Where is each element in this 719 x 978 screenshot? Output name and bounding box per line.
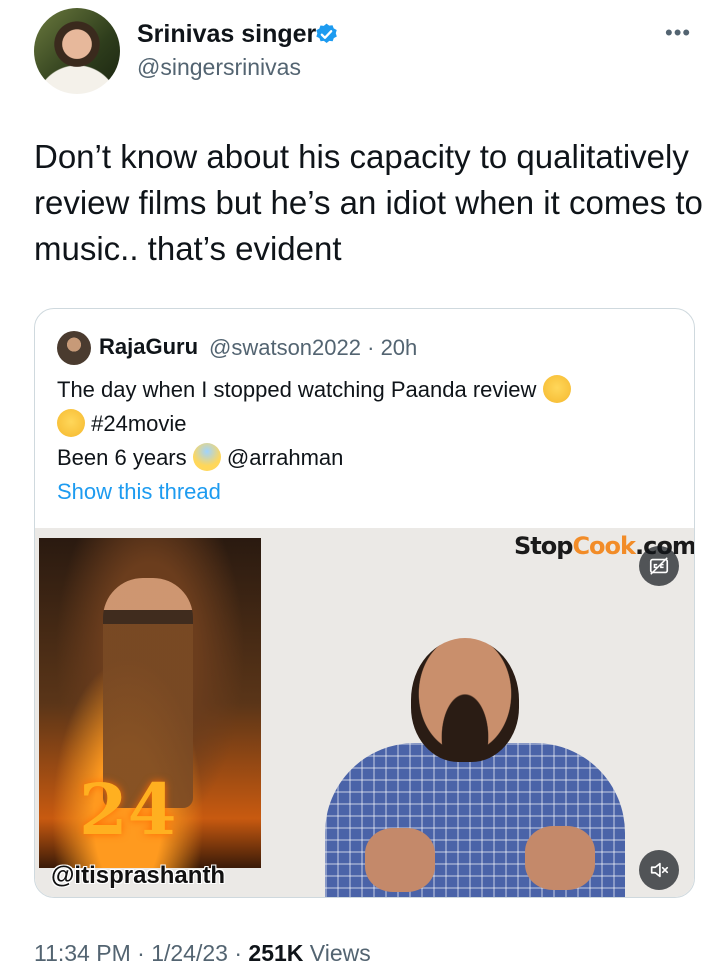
verified-badge-icon [316, 23, 337, 43]
brand-part-2: Cook [572, 532, 636, 560]
scream-emoji-icon [192, 443, 221, 471]
meta-separator: · [367, 335, 375, 360]
quoted-author-meta: @swatson2022 · 20h [209, 335, 417, 361]
views-label: Views [309, 940, 371, 966]
show-thread-link[interactable]: Show this thread [57, 479, 221, 505]
quoted-line-2: #24movie [57, 407, 677, 441]
movie-poster: 24 [39, 538, 261, 868]
quoted-author-handle[interactable]: @swatson2022 [209, 335, 361, 360]
quoted-line-1-text: The day when I stopped watching Paanda r… [57, 377, 537, 402]
poster-title: 24 [79, 768, 177, 851]
timestamp-separator-1: · [137, 940, 145, 966]
speaker-muted-icon [650, 862, 669, 878]
presenter-right-hand [525, 826, 595, 890]
quoted-tweet-age[interactable]: 20h [381, 335, 418, 360]
video-watermark: @itisprashanth [51, 862, 226, 889]
joy-emoji-icon [57, 409, 85, 437]
tweet-text: Don’t know about his capacity to qualita… [34, 138, 703, 267]
tweet-time[interactable]: 11:34 PM [34, 940, 131, 966]
mute-button[interactable] [639, 850, 679, 890]
mention-arrahman[interactable]: @arrahman [227, 445, 344, 470]
tweet-date[interactable]: 1/24/23 [151, 940, 228, 966]
quoted-line-3: Been 6 years @arrahman [57, 441, 677, 475]
closed-captions-button[interactable] [639, 546, 679, 586]
quoted-video[interactable]: 24 @itisprashanth StopCook.com [35, 528, 694, 897]
tweet-author-name[interactable]: Srinivas singer [137, 20, 316, 49]
pensive-emoji-icon [542, 375, 571, 403]
tweet-author-avatar[interactable] [34, 8, 120, 94]
closed-captions-icon [649, 557, 669, 575]
quoted-tweet-text: The day when I stopped watching Paanda r… [57, 373, 677, 475]
presenter-head [411, 638, 519, 762]
quoted-line-1: The day when I stopped watching Paanda r… [57, 373, 677, 407]
timestamp-separator-2: · [234, 940, 243, 966]
quoted-author-avatar[interactable] [57, 331, 91, 365]
presenter-left-hand [365, 828, 435, 892]
hashtag-24movie[interactable]: #24movie [91, 411, 186, 436]
tweet-author-handle[interactable]: @singersrinivas [137, 54, 301, 81]
quoted-tweet[interactable]: RajaGuru @swatson2022 · 20h The day when… [34, 308, 695, 898]
more-options-icon[interactable]: ••• [665, 20, 691, 46]
tweet-timestamp-views: 11:34 PM · 1/24/23 · 251K Views [34, 940, 371, 967]
brand-part-1: Stop [514, 532, 573, 560]
quoted-author-name[interactable]: RajaGuru [99, 334, 198, 360]
views-count: 251K [248, 940, 304, 966]
quoted-line-3-text: Been 6 years [57, 445, 187, 470]
